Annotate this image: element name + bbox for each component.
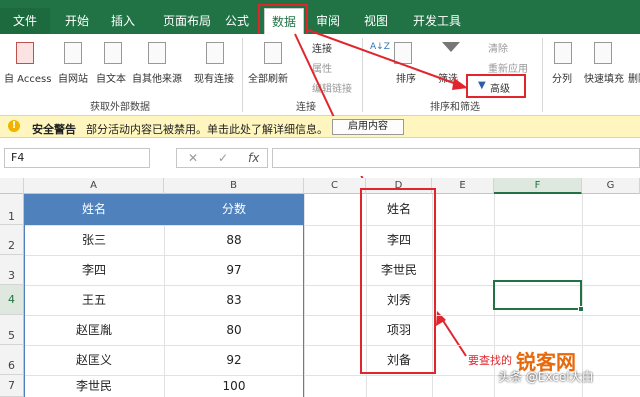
watermark-credit: 头条 @Excel大白	[498, 370, 594, 384]
grid-line	[582, 194, 583, 397]
row-header-5[interactable]: 5	[0, 315, 24, 345]
column-header-e[interactable]: E	[432, 178, 494, 194]
confirm-icon[interactable]: ✓	[218, 151, 228, 165]
column-header-b[interactable]: B	[164, 178, 304, 194]
formula-input[interactable]	[272, 148, 640, 168]
warning-message[interactable]: 部分活动内容已被禁用。单击此处了解详细信息。	[86, 121, 328, 137]
row-header-4[interactable]: 4	[0, 285, 24, 315]
name-cell[interactable]: 李世民	[24, 375, 164, 397]
score-cell[interactable]: 92	[164, 345, 304, 375]
column-header-f[interactable]: F	[494, 178, 582, 194]
row-header-1[interactable]: 1	[0, 194, 24, 225]
name-cell[interactable]: 赵匡胤	[24, 315, 164, 345]
grid-line	[304, 194, 305, 397]
score-cell[interactable]: 97	[164, 255, 304, 285]
fx-icon[interactable]: fx	[248, 151, 259, 165]
column-header-c[interactable]: C	[304, 178, 366, 194]
column-header-a[interactable]: A	[24, 178, 164, 194]
score-cell[interactable]: 83	[164, 285, 304, 315]
selected-cell-f4[interactable]	[493, 280, 582, 310]
select-all-corner[interactable]	[0, 178, 24, 194]
row-header-3[interactable]: 3	[0, 255, 24, 285]
name-cell[interactable]: 赵匡义	[24, 345, 164, 375]
enable-content-button[interactable]: 启用内容	[332, 119, 404, 135]
name-cell[interactable]: 张三	[24, 225, 164, 255]
score-cell[interactable]: 88	[164, 225, 304, 255]
name-cell[interactable]: 李四	[24, 255, 164, 285]
table-border	[24, 194, 25, 397]
header-cell-score[interactable]: 分数	[164, 194, 304, 225]
cancel-icon[interactable]: ✕	[188, 151, 198, 165]
name-cell[interactable]: 王五	[24, 285, 164, 315]
table-border	[303, 194, 304, 397]
fill-handle[interactable]	[578, 306, 584, 312]
score-cell[interactable]: 100	[164, 375, 304, 397]
header-cell-name[interactable]: 姓名	[24, 194, 164, 225]
name-box[interactable]: F4	[4, 148, 150, 168]
column-header-g[interactable]: G	[582, 178, 640, 194]
row-header-6[interactable]: 6	[0, 345, 24, 375]
annotation-label: 要查找的	[468, 354, 512, 367]
score-cell[interactable]: 80	[164, 315, 304, 345]
row-header-7[interactable]: 7	[0, 375, 24, 397]
row-header-2[interactable]: 2	[0, 225, 24, 255]
lookup-range-highlight	[360, 188, 436, 374]
warning-icon: !	[8, 120, 20, 132]
warning-title: 安全警告	[32, 123, 76, 136]
